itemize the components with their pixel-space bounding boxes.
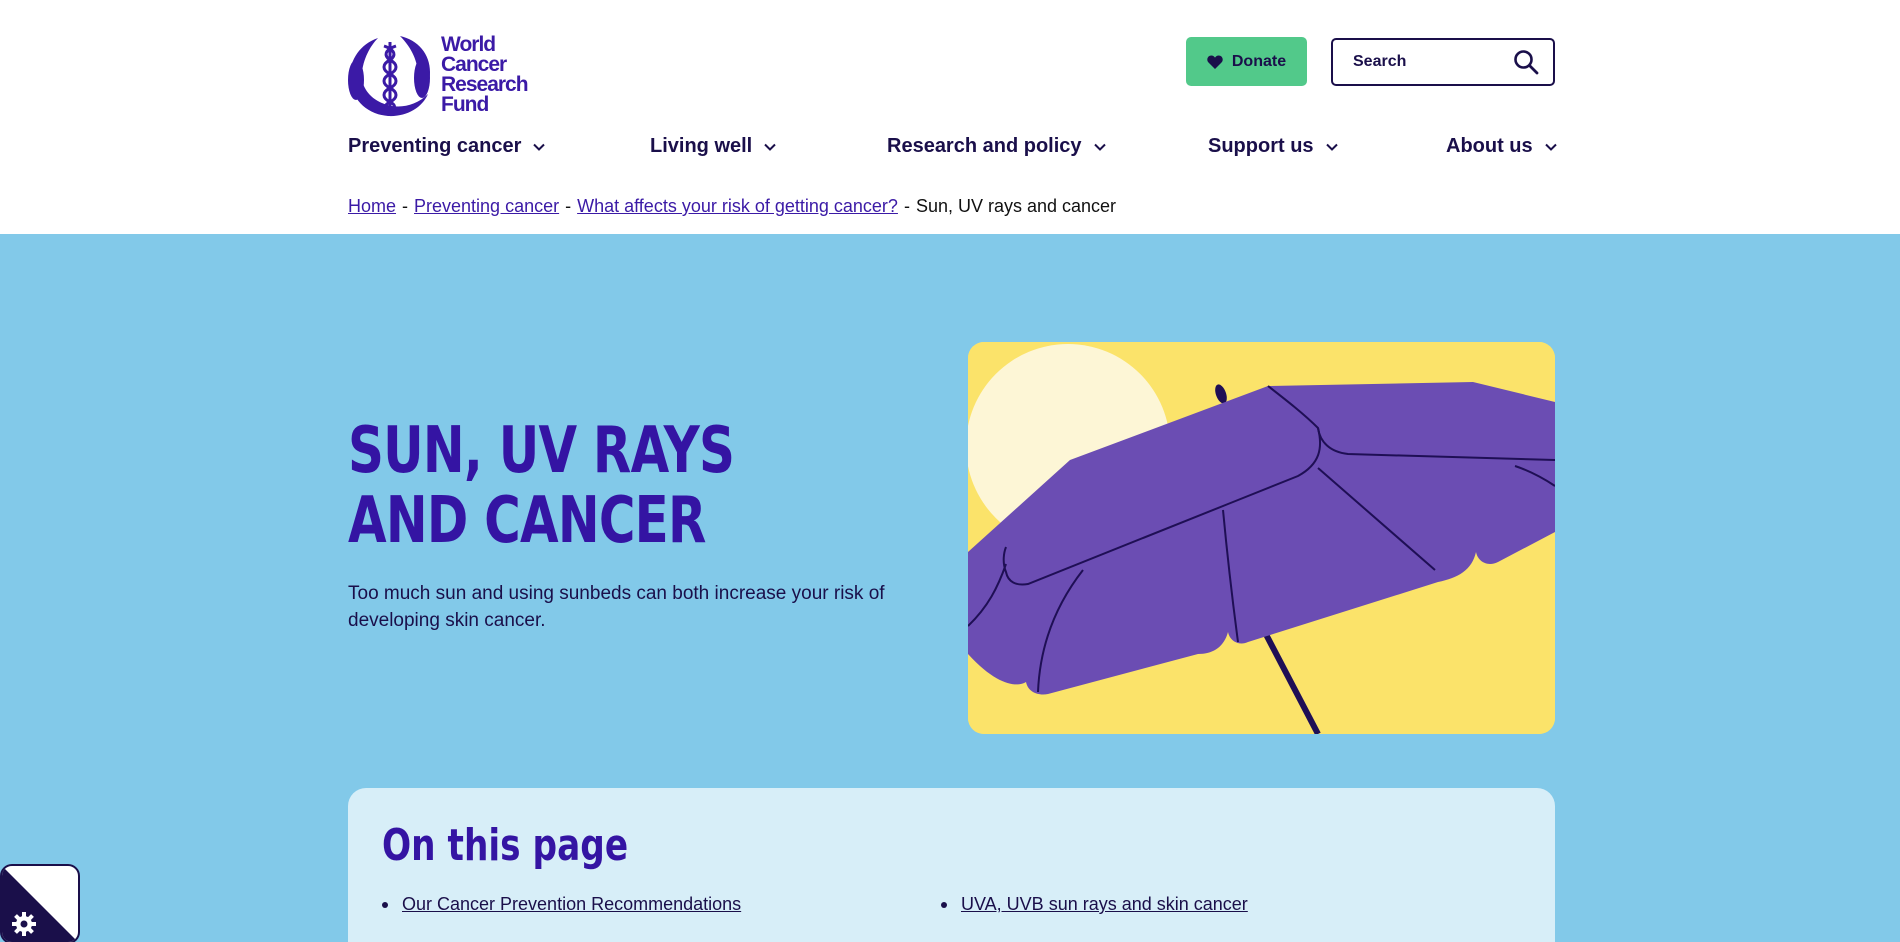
nav-item-label: Living well [650, 135, 753, 157]
chevron-down-icon [1093, 143, 1106, 151]
nav-item-label: About us [1446, 135, 1533, 157]
search-icon[interactable] [1513, 49, 1539, 75]
breadcrumb-current: Sun, UV rays and cancer [915, 196, 1117, 216]
list-item: Our Cancer Prevention Recommendations [382, 894, 741, 915]
toc-title: On this page [382, 820, 629, 871]
site-header: World Cancer Research Fund Donate Search… [0, 0, 1900, 234]
toc-list-right: UVA, UVB sun rays and skin cancer [941, 894, 1248, 915]
logo-wordmark: World Cancer Research Fund [441, 33, 529, 116]
nav-item-living-well[interactable]: Living well [650, 135, 776, 158]
nav-item-research-and-policy[interactable]: Research and policy [887, 135, 1106, 158]
breadcrumb: Home - Preventing cancer - What affects your… [348, 196, 1116, 217]
donate-button[interactable]: Donate [1186, 37, 1307, 86]
search-input[interactable]: Search [1331, 38, 1555, 86]
main-nav: Preventing cancer Living well Research a… [348, 135, 1557, 163]
toc-list-left: Our Cancer Prevention Recommendations [382, 894, 741, 915]
breadcrumb-separator: - [903, 196, 910, 216]
logo-line: Fund [441, 93, 489, 116]
toc-link-uva-uvb[interactable]: UVA, UVB sun rays and skin cancer [961, 894, 1248, 915]
donate-label: Donate [1231, 52, 1287, 70]
breadcrumb-separator: - [565, 196, 572, 216]
heart-icon [1207, 54, 1223, 69]
logo-line: Cancer [441, 53, 507, 76]
hero-section: Sun, UV rays and cancer Too much sun and… [0, 234, 1900, 942]
nav-item-support-us[interactable]: Support us [1208, 135, 1338, 158]
list-item: UVA, UVB sun rays and skin cancer [941, 894, 1248, 915]
umbrella-sun-image [968, 342, 1555, 734]
nav-item-about-us[interactable]: About us [1446, 135, 1557, 158]
nav-item-label: Research and policy [887, 135, 1082, 157]
nav-item-label: Support us [1208, 135, 1314, 157]
page-title: Sun, UV rays and cancer [348, 414, 735, 558]
breadcrumb-link-preventing-cancer[interactable]: Preventing cancer [414, 196, 559, 216]
toc-link-prevention-recommendations[interactable]: Our Cancer Prevention Recommendations [402, 894, 741, 915]
logo-line: World [441, 33, 496, 56]
chevron-down-icon [1544, 143, 1557, 151]
nav-item-label: Preventing cancer [348, 135, 522, 157]
nav-item-preventing-cancer[interactable]: Preventing cancer [348, 135, 546, 158]
chevron-down-icon [533, 143, 546, 151]
on-this-page-panel: On this page Our Cancer Prevention Recom… [348, 788, 1555, 942]
bullet-icon [941, 901, 947, 908]
cookie-settings-icon [2, 866, 78, 942]
chevron-down-icon [1325, 143, 1338, 151]
search-placeholder: Search [1353, 53, 1407, 70]
caduceus-logo-icon [348, 36, 430, 117]
bullet-icon [382, 901, 388, 908]
chevron-down-icon [764, 143, 776, 151]
hero-intro: Too much sun and using sunbeds can both … [348, 583, 885, 631]
cookie-settings-button[interactable] [0, 864, 80, 942]
breadcrumb-separator: - [402, 196, 409, 216]
breadcrumb-link-home[interactable]: Home [348, 196, 396, 216]
breadcrumb-link-risk[interactable]: What affects your risk of getting cancer… [577, 196, 898, 216]
umbrella-illustration [968, 342, 1555, 734]
logo-line: Research [441, 73, 529, 96]
site-logo[interactable]: World Cancer Research Fund [348, 32, 529, 118]
